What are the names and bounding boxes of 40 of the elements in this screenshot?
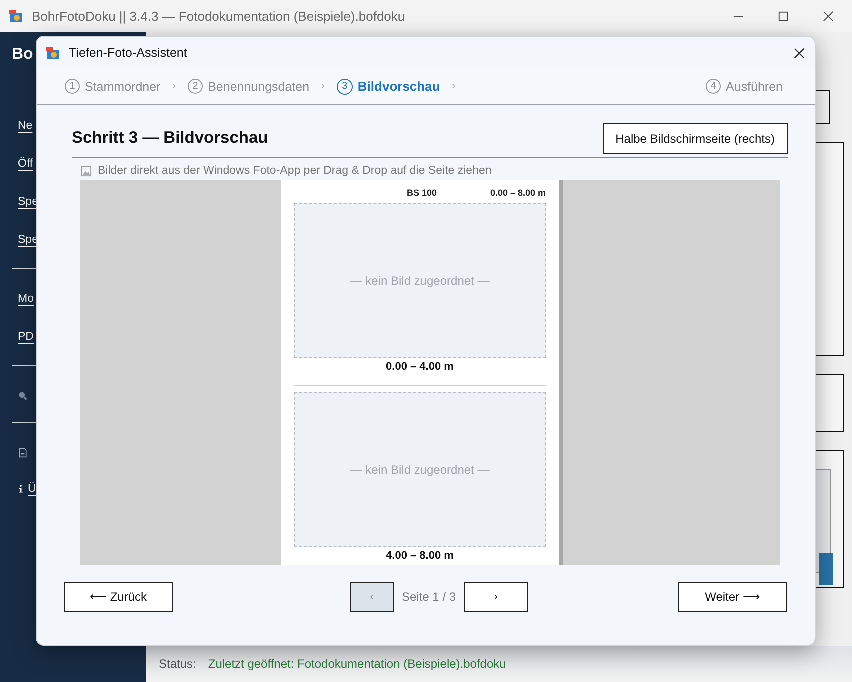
maximize-icon[interactable] xyxy=(778,10,789,22)
step-separator: › xyxy=(322,81,325,92)
hint-text: Bilder direkt aus der Windows Foto-App per Drag & Drop auf die Seite ziehen xyxy=(98,165,492,177)
app-logo-icon xyxy=(45,45,61,61)
sidebar-item[interactable]: PD xyxy=(18,327,34,347)
half-screen-button[interactable]: Halbe Bildschirmseite (rechts) xyxy=(602,123,788,154)
depth-caption: 4.00 – 8.00 m xyxy=(385,549,455,562)
next-button[interactable]: Weiter ⟶ xyxy=(678,582,787,612)
window-title: BohrFotoDoku || 3.4.3 — Fotodokumentation (Beispiele).bofdoku xyxy=(32,8,406,24)
dialog-title: Tiefen-Foto-Assistent xyxy=(69,46,188,60)
depth-range: 0.00 – 8.00 m xyxy=(490,188,546,200)
step-separator: › xyxy=(172,81,176,92)
sidebar-item[interactable]: Mo xyxy=(18,289,34,309)
placeholder-text: — kein Bild zugeordnet — xyxy=(350,274,490,288)
status-message: Zuletzt geöffnet: Fotodokumentation (Beispiele).bofdoku xyxy=(208,657,506,671)
sidebar-item[interactable]: Ü xyxy=(28,479,36,499)
placeholder-text: — kein Bild zugeordnet — xyxy=(350,462,490,476)
step-label[interactable]: Bildvorschau xyxy=(358,79,440,94)
borehole-label: BS 100 xyxy=(407,188,438,200)
step-heading: Schritt 3 — Bildvorschau xyxy=(72,129,268,148)
sidebar-item[interactable]: Öff xyxy=(18,154,34,174)
step-number: 3 xyxy=(336,78,353,94)
page-indicator: Seite 1 / 3 xyxy=(402,590,456,604)
status-label: Status: xyxy=(159,657,196,671)
app-logo-icon xyxy=(8,8,24,24)
step-number: 2 xyxy=(188,79,204,94)
close-icon[interactable] xyxy=(794,48,805,58)
step-number: 4 xyxy=(706,79,722,94)
image-icon xyxy=(81,166,92,176)
back-button[interactable]: ⟵ Zurück xyxy=(64,582,173,612)
app-brand: Bo xyxy=(12,46,34,64)
next-page-button[interactable]: › xyxy=(464,582,528,612)
search-icon[interactable] xyxy=(18,390,28,402)
info-icon xyxy=(18,483,24,495)
sidebar-item[interactable]: Ne xyxy=(18,116,33,136)
depth-caption: 0.00 – 4.00 m xyxy=(385,360,455,373)
step-separator: › xyxy=(452,81,456,92)
step-number: 1 xyxy=(65,79,80,94)
document-icon[interactable] xyxy=(18,447,28,459)
close-icon[interactable] xyxy=(823,10,834,22)
